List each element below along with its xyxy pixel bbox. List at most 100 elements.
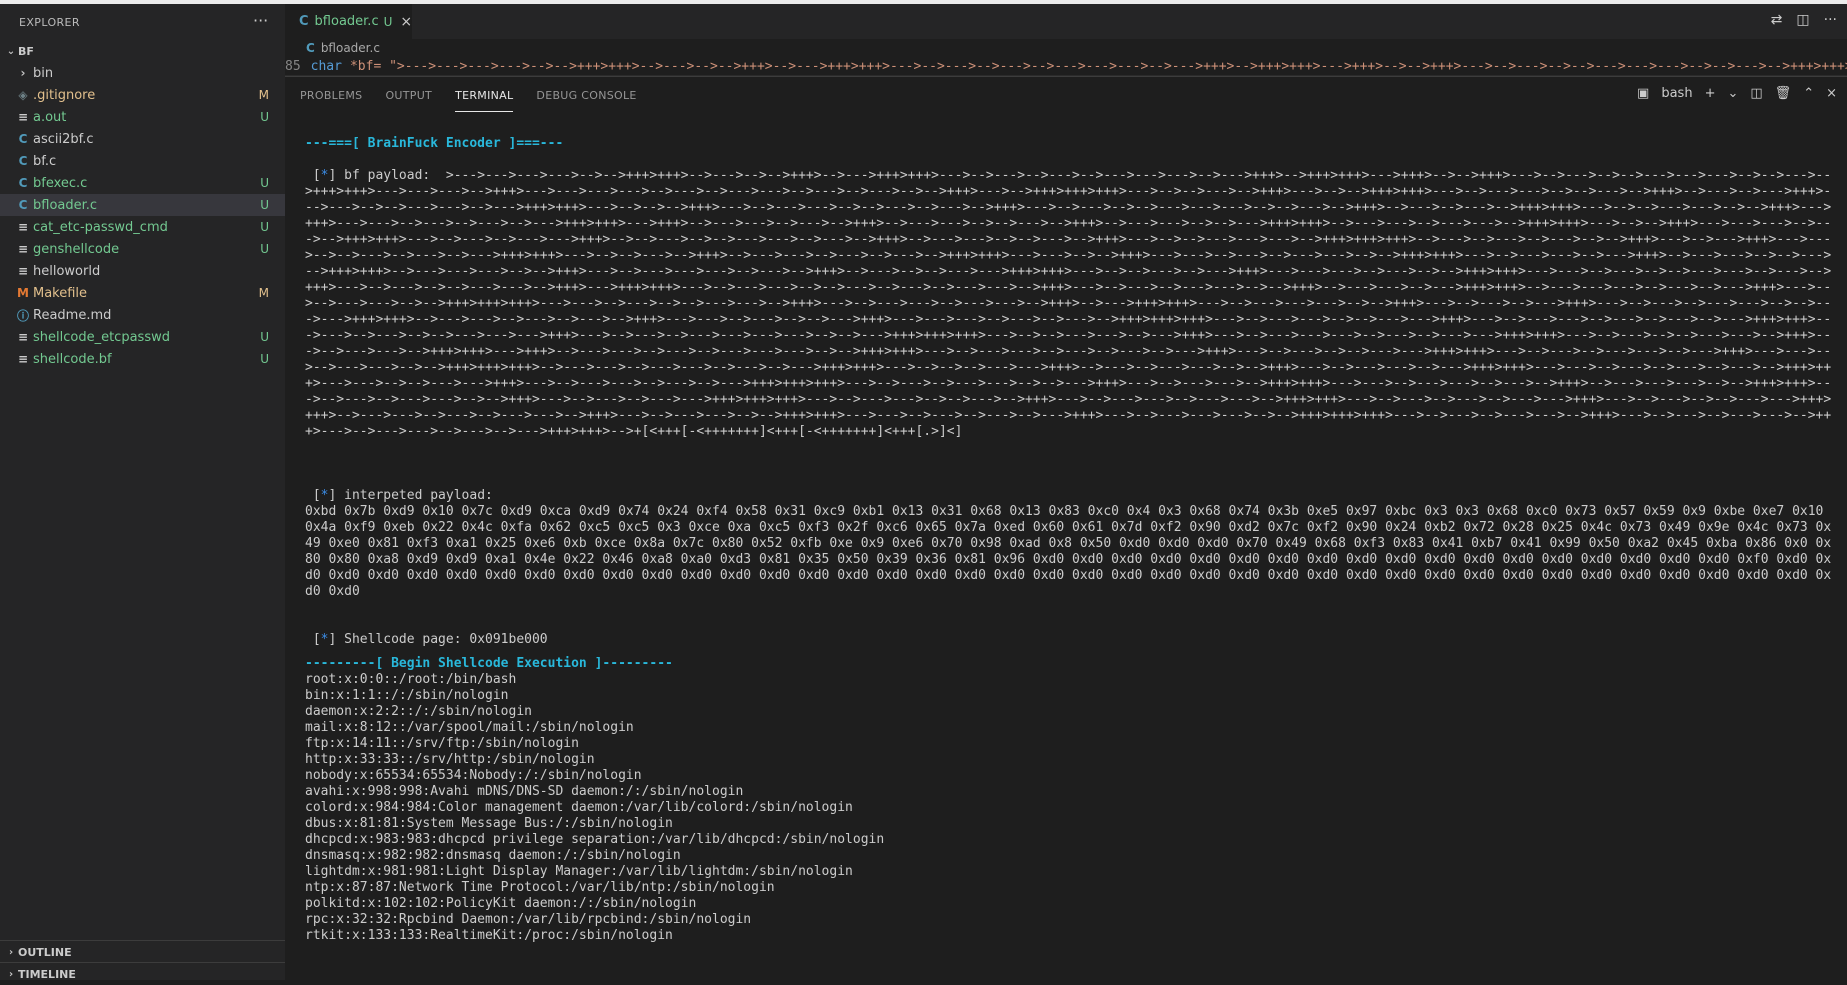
file-tree: › bin ◈ .gitignore M ≡ a.out U Cascii2bf.c Cbf.c C… [0, 62, 285, 370]
folder-name: BF [18, 44, 34, 58]
tab-output[interactable]: OUTPUT [385, 89, 432, 112]
new-terminal-icon[interactable]: + [1705, 86, 1716, 101]
file-icon: ≡ [17, 352, 29, 366]
tab-terminal[interactable]: TERMINAL [455, 89, 514, 112]
maximize-panel-icon[interactable]: ⌃ [1803, 86, 1814, 101]
file-item[interactable]: ◈ .gitignore M [0, 84, 285, 106]
code-text: *bf= ">--->--->--->--->-->-->+++>+++>-->… [349, 58, 1847, 74]
shell-name[interactable]: bash [1661, 86, 1692, 101]
asterisk-marker: * [320, 168, 329, 183]
file-item[interactable]: ≡ cat_etc-passwd_cmd U [0, 216, 285, 238]
compare-changes-icon[interactable]: ⇄ [1771, 12, 1783, 28]
line-number: 85 [285, 58, 301, 74]
file-name: bf.c [33, 153, 57, 169]
split-terminal-icon[interactable]: ◫ [1750, 86, 1762, 101]
terminal-output[interactable]: ---===[ BrainFuck Encoder ]===--- [*] bf… [285, 112, 1835, 944]
interp-line: [*] interpeted payload: [305, 488, 493, 503]
file-item[interactable]: Cbf.c [0, 150, 285, 172]
tab-bfloader[interactable]: C bfloader.c U × [285, 4, 412, 39]
explorer-sidebar: EXPLORER ··· ⌄ BF › bin ◈ .gitignore M ≡ a.out… [0, 4, 289, 981]
passwd-line: colord:x:984:984:Color management daemon… [305, 800, 853, 815]
tab-status: U [383, 14, 393, 29]
file-name: shellcode.bf [33, 351, 112, 367]
file-icon: ≡ [17, 330, 29, 344]
folder-bf[interactable]: ⌄ BF [0, 40, 285, 62]
passwd-line: polkitd:x:102:102:PolicyKit daemon:/:/sb… [305, 896, 697, 911]
editor-actions: ⇄ ◫ ··· [1771, 12, 1837, 28]
tab-label: bfloader.c [314, 14, 379, 29]
interp-payload: 0xbd 0x7b 0xd9 0x10 0x7c 0xd9 0xca 0xd9 … [305, 504, 1832, 599]
passwd-line: ftp:x:14:11::/srv/ftp:/sbin/nologin [305, 736, 579, 751]
code-keyword: char [310, 58, 342, 74]
file-item[interactable]: ≡ a.out U [0, 106, 285, 128]
asterisk-marker: * [320, 632, 329, 647]
chevron-down-icon: ⌄ [6, 45, 16, 57]
encoder-header: ---===[ BrainFuck Encoder ]===--- [305, 136, 564, 151]
code-line[interactable]: 85 char *bf= ">--->--->--->--->-->-->+++… [285, 57, 1847, 76]
git-icon: ◈ [18, 88, 28, 102]
tab-problems[interactable]: PROBLEMS [300, 89, 362, 112]
git-status-badge: U [260, 176, 269, 190]
file-item[interactable]: ⓘ Readme.md [0, 304, 285, 326]
git-status-badge: U [260, 242, 269, 256]
file-item[interactable]: ≡ shellcode_etcpasswd U [0, 326, 285, 348]
git-status-badge: M [258, 88, 269, 102]
file-name: Makefile [33, 285, 88, 301]
file-item[interactable]: ≡ shellcode.bf U [0, 348, 285, 370]
file-name: bin [33, 65, 54, 81]
file-name: Readme.md [33, 307, 112, 323]
more-actions-icon[interactable]: ··· [1824, 12, 1837, 28]
chevron-down-icon[interactable]: ⌄ [1727, 86, 1738, 101]
file-item[interactable]: Cbfexec.c U [0, 172, 285, 194]
panel-actions: ▣ bash + ⌄ ◫ 🗑 ⌃ × [1637, 86, 1837, 101]
git-status-badge: M [258, 286, 269, 300]
interp-label: interpeted payload: [344, 488, 493, 503]
passwd-line: lightdm:x:981:981:Light Display Manager:… [305, 864, 853, 879]
tab-debug-console[interactable]: DEBUG CONSOLE [536, 89, 636, 112]
file-item[interactable]: › bin [0, 62, 285, 84]
c-file-icon: C [18, 154, 28, 168]
timeline-section[interactable]: › TIMELINE [0, 962, 289, 985]
git-status-badge: U [260, 198, 269, 212]
trash-icon[interactable]: 🗑 [1775, 86, 1792, 101]
passwd-line: rpc:x:32:32:Rpcbind Daemon:/var/lib/rpcb… [305, 912, 752, 927]
info-icon: ⓘ [16, 308, 29, 323]
outline-section[interactable]: › OUTLINE [0, 940, 289, 963]
git-status-badge: U [260, 330, 269, 344]
breadcrumb-file[interactable]: bfloader.c [321, 41, 380, 55]
bf-payload: >--->--->--->--->-->-->+++>+++>-->--->--… [305, 168, 1832, 439]
git-status-badge: U [260, 220, 269, 234]
file-item[interactable]: Cbfloader.c U [0, 194, 285, 216]
file-icon: ≡ [17, 264, 29, 278]
file-icon: ≡ [17, 220, 29, 234]
file-item[interactable]: ≡ genshellcode U [0, 238, 285, 260]
outline-label: OUTLINE [18, 945, 72, 959]
c-file-icon: C [299, 14, 309, 29]
explorer-title: EXPLORER [19, 15, 80, 29]
file-name: bfloader.c [33, 197, 98, 213]
file-name: cat_etc-passwd_cmd [33, 219, 168, 235]
passwd-line: ntp:x:87:87:Network Time Protocol:/var/l… [305, 880, 775, 895]
terminal-icon: ▣ [1637, 86, 1650, 101]
file-icon: ≡ [17, 110, 29, 124]
close-icon[interactable]: × [400, 14, 412, 30]
file-item[interactable]: M Makefile M [0, 282, 285, 304]
breadcrumb[interactable]: C bfloader.c [285, 39, 1847, 57]
passwd-line: nobody:x:65534:65534:Nobody:/:/sbin/nolo… [305, 768, 642, 783]
passwd-line: dhcpcd:x:983:983:dhcpcd privilege separa… [305, 832, 885, 847]
bottom-panel: PROBLEMS OUTPUT TERMINAL DEBUG CONSOLE ▣… [285, 76, 1847, 981]
file-item[interactable]: Cascii2bf.c [0, 128, 285, 150]
split-editor-icon[interactable]: ◫ [1796, 12, 1809, 28]
panel-tabs: PROBLEMS OUTPUT TERMINAL DEBUG CONSOLE ▣… [285, 77, 1847, 112]
tab-bar: C bfloader.c U × ⇄ ◫ ··· [285, 4, 1847, 39]
shellcode-page: Shellcode page: 0x091be000 [344, 632, 548, 647]
c-file-icon: C [18, 176, 28, 190]
passwd-line: http:x:33:33::/srv/http:/sbin/nologin [305, 752, 595, 767]
file-icon: ≡ [17, 242, 29, 256]
close-panel-icon[interactable]: × [1826, 86, 1837, 101]
passwd-line: daemon:x:2:2::/:/sbin/nologin [305, 704, 532, 719]
file-name: helloworld [33, 263, 101, 279]
more-actions-icon[interactable]: ··· [253, 13, 268, 29]
git-status-badge: U [260, 352, 269, 366]
file-item[interactable]: ≡ helloworld [0, 260, 285, 282]
